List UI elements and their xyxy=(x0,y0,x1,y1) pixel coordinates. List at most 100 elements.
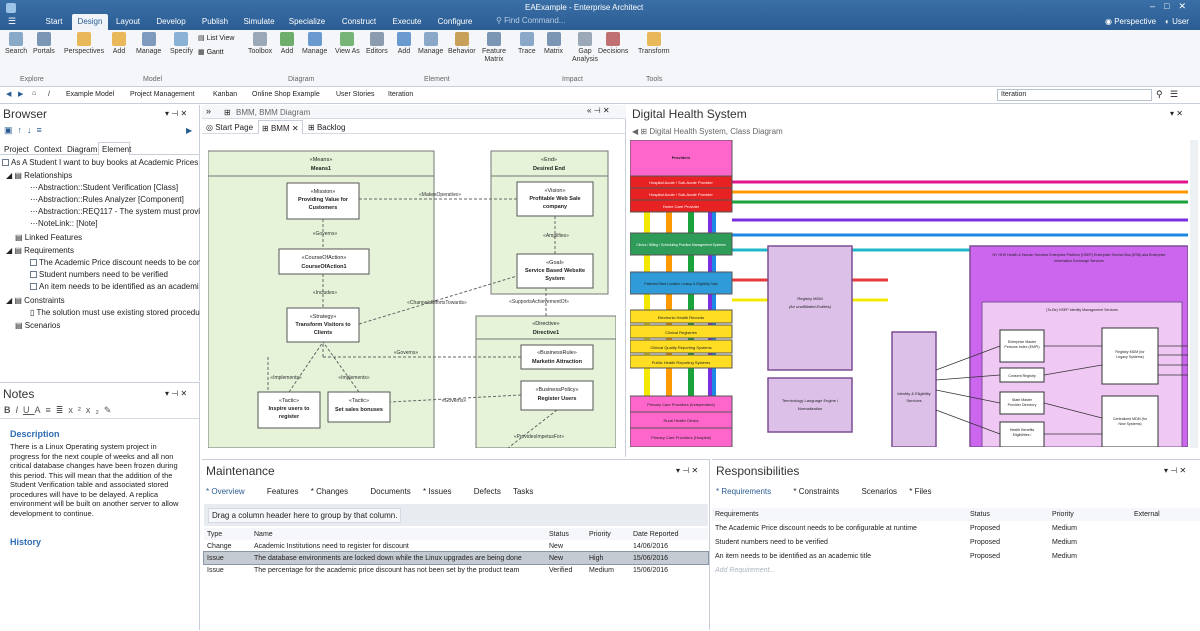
maximize-icon[interactable]: □ xyxy=(1164,1,1178,11)
col-requirements[interactable]: Requirements xyxy=(712,508,970,521)
tab-backlog[interactable]: ⊞ Backlog xyxy=(308,123,345,132)
breadcrumb-item-1[interactable]: Project Management xyxy=(130,91,195,98)
tab-constraints[interactable]: * Constraints xyxy=(793,487,849,496)
matrix-button[interactable]: Matrix xyxy=(544,32,563,56)
tree-linked-features[interactable]: ▤ Linked Features xyxy=(15,233,82,242)
tab-execute[interactable]: Execute xyxy=(386,14,428,30)
bookmark-icon[interactable]: ⌂ xyxy=(32,90,36,97)
feature-matrix-button[interactable]: Feature Matrix xyxy=(480,32,508,64)
close-icon[interactable]: ✕ xyxy=(603,106,610,115)
pin-icon[interactable]: ⊣ xyxy=(1170,466,1177,475)
pin-icon[interactable]: ⊣ xyxy=(171,389,178,398)
tab-element[interactable]: Element xyxy=(98,142,131,155)
model-manage-button[interactable]: Manage xyxy=(136,32,161,56)
table-row[interactable]: An item needs to be identified as an aca… xyxy=(712,549,1200,563)
back-icon[interactable]: ◀ xyxy=(632,127,638,136)
specify-button[interactable]: Specify xyxy=(170,32,193,56)
forward-icon[interactable]: ▶ xyxy=(18,90,23,98)
perspective-button[interactable]: ◉ Perspective xyxy=(1105,17,1156,26)
col-priority[interactable]: Priority xyxy=(589,528,633,540)
tree-item[interactable]: Student numbers need to be verified xyxy=(30,270,200,279)
tab-documents[interactable]: Documents xyxy=(370,487,410,496)
tree-relationships[interactable]: ◢ ▤ Relationships xyxy=(6,171,72,180)
col-type[interactable]: Type xyxy=(204,528,254,540)
transform-button[interactable]: Transform xyxy=(638,32,670,56)
tree-item[interactable]: ⋯Abstraction::Rules Analyzer [Component] xyxy=(30,195,200,204)
dropdown-icon[interactable]: ▾ xyxy=(165,389,169,398)
options-icon[interactable]: ≡ xyxy=(37,125,47,135)
view-as-button[interactable]: View As xyxy=(335,32,360,56)
tab-scenarios[interactable]: Scenarios xyxy=(861,487,897,496)
portals-button[interactable]: Portals xyxy=(33,32,55,56)
table-row-selected[interactable]: Issue The database environments are locke… xyxy=(203,551,709,565)
back-icon[interactable]: ◀ xyxy=(6,90,11,98)
tab-project[interactable]: Project xyxy=(4,145,29,154)
gantt-button[interactable]: ▦ Gantt xyxy=(198,48,224,56)
spell-icon[interactable]: ✎ xyxy=(104,405,117,415)
numbering-icon[interactable]: ≣ xyxy=(56,405,69,415)
breadcrumb-item-4[interactable]: User Stories xyxy=(336,91,375,98)
tree-requirements[interactable]: ◢ ▤ Requirements xyxy=(6,246,74,255)
bullets-icon[interactable]: ≡ xyxy=(46,405,56,415)
expand-icon[interactable]: » xyxy=(206,106,211,116)
app-icon[interactable] xyxy=(6,3,16,13)
model-add-button[interactable]: Add xyxy=(112,32,126,56)
tab-diagram[interactable]: Diagram xyxy=(67,145,97,154)
underline-icon[interactable]: U xyxy=(23,405,35,415)
find-command-input[interactable]: ⚲ Find Command... xyxy=(496,16,646,28)
col-date[interactable]: Date Reported xyxy=(633,528,708,540)
pin-icon[interactable]: ⊣ xyxy=(171,109,178,118)
tab-changes[interactable]: * Changes xyxy=(311,487,358,496)
pin-icon[interactable]: ⊣ xyxy=(682,466,689,475)
col-priority[interactable]: Priority xyxy=(1052,508,1134,521)
superscript-icon[interactable]: x² xyxy=(68,405,86,415)
close-icon[interactable]: ✕ xyxy=(1179,466,1186,475)
notes-content[interactable]: Description There is a Linux Operating s… xyxy=(0,418,199,631)
bmm-diagram-canvas[interactable]: «Means» Means1 «End» Desired End «Missio… xyxy=(208,136,616,448)
dropdown-icon[interactable]: ▾ xyxy=(1170,109,1174,118)
tab-specialize[interactable]: Specialize xyxy=(283,14,331,30)
editors-button[interactable]: Editors xyxy=(366,32,388,56)
expand-icon[interactable]: ▶ xyxy=(186,126,192,135)
close-icon[interactable]: ✕ xyxy=(1178,1,1195,11)
breadcrumb-search-input[interactable]: Iteration xyxy=(997,89,1152,101)
tree-item[interactable]: ⋯NoteLink:: [Note] xyxy=(30,219,98,228)
tab-start-page[interactable]: ◎ Start Page xyxy=(206,123,253,132)
trace-button[interactable]: Trace xyxy=(518,32,536,56)
breadcrumb-item-0[interactable]: Example Model xyxy=(66,91,114,98)
tab-defects[interactable]: Defects xyxy=(474,487,501,496)
table-row[interactable]: Issue The percentage for the academic pri… xyxy=(204,564,708,576)
tab-develop[interactable]: Develop xyxy=(150,14,192,30)
tree-scenarios[interactable]: ▤ Scenarios xyxy=(15,321,60,330)
tab-issues[interactable]: * Issues xyxy=(423,487,461,496)
font-color-icon[interactable]: A xyxy=(35,405,46,415)
add-requirement-row[interactable]: Add Requirement... xyxy=(712,563,1200,577)
tree-item[interactable]: ⋯Abstraction::REQ117 - The system must p… xyxy=(30,207,200,216)
tab-configure[interactable]: Configure xyxy=(432,14,478,30)
pin-icon[interactable]: ⊣ xyxy=(594,106,601,115)
tree-constraints[interactable]: ◢ ▤ Constraints xyxy=(6,296,65,305)
move-up-icon[interactable]: ↑ xyxy=(18,125,28,135)
element-add-button[interactable]: Add xyxy=(397,32,411,56)
search-button[interactable]: Search xyxy=(5,32,27,56)
tree-root[interactable]: As A Student I want to buy books at Acad… xyxy=(2,158,198,167)
add-requirement-input[interactable]: Add Requirement... xyxy=(712,563,970,577)
dropdown-icon[interactable]: ▾ xyxy=(1164,466,1168,475)
tree-item[interactable]: The Academic Price discount needs to be … xyxy=(30,258,200,267)
col-name[interactable]: Name xyxy=(254,528,549,540)
perspectives-button[interactable]: Perspectives xyxy=(64,32,104,56)
tab-requirements[interactable]: * Requirements xyxy=(716,487,781,496)
tree-item[interactable]: ▯ The solution must use existing stored … xyxy=(30,308,200,317)
tab-overview[interactable]: * Overview xyxy=(206,487,255,496)
tab-publish[interactable]: Publish xyxy=(195,14,235,30)
tab-layout[interactable]: Layout xyxy=(110,14,146,30)
list-view-button[interactable]: ▤ List View xyxy=(198,34,234,42)
element-manage-button[interactable]: Manage xyxy=(418,32,443,56)
subscript-icon[interactable]: x₂ xyxy=(86,405,104,415)
col-external[interactable]: External xyxy=(1134,508,1200,521)
table-row[interactable]: Student numbers need to be verified Propo… xyxy=(712,535,1200,549)
tab-features[interactable]: Features xyxy=(267,487,299,496)
close-icon[interactable]: ✕ xyxy=(180,109,187,118)
tab-simulate[interactable]: Simulate xyxy=(238,14,280,30)
decisions-button[interactable]: Decisions xyxy=(598,32,628,56)
